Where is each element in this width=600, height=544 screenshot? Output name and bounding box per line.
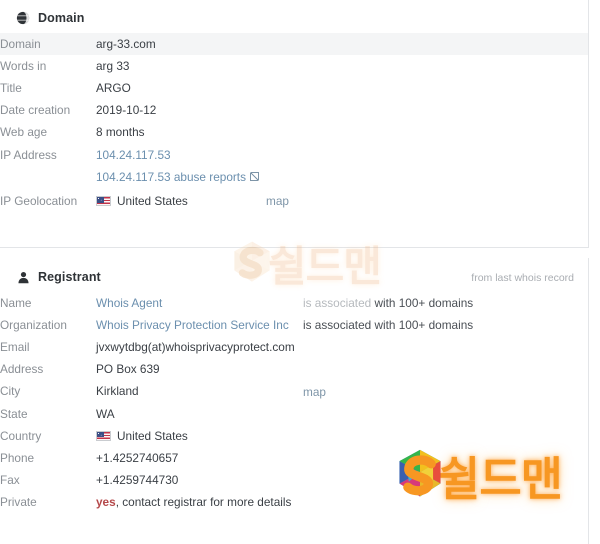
- row-label: Country: [0, 428, 42, 443]
- registrant-city: Kirkland: [96, 384, 139, 399]
- associated-prefix: is associated: [303, 318, 372, 333]
- row-label: Phone: [0, 450, 35, 465]
- row-label: Organization: [0, 317, 67, 332]
- geolocation-map-link[interactable]: map: [266, 194, 289, 209]
- whois-report-page: Domain Domain arg-33.com Words in arg 33…: [0, 0, 600, 544]
- row-label: Email: [0, 339, 30, 354]
- table-row: State WA: [0, 403, 588, 425]
- user-icon: [16, 270, 30, 284]
- table-row: Phone +1.4252740657: [0, 447, 588, 469]
- whois-record-note: from last whois record: [471, 272, 574, 284]
- row-label: [0, 166, 96, 188]
- external-link-icon: [249, 171, 259, 181]
- row-value: ARGO: [96, 80, 131, 95]
- row-label: IP Address: [0, 147, 57, 162]
- row-label: Title: [0, 80, 22, 95]
- table-row: Words in arg 33: [0, 55, 588, 77]
- table-row: IP Address 104.24.117.53: [0, 144, 588, 166]
- table-row: Email jvxwytdbg(at)whoisprivacyprotect.c…: [0, 336, 588, 358]
- domain-card-title: Domain: [38, 11, 85, 25]
- registrant-address: PO Box 639: [96, 362, 160, 377]
- ip-address-link[interactable]: 104.24.117.53: [96, 148, 171, 162]
- row-label: State: [0, 406, 28, 421]
- registrant-country: United States: [117, 428, 188, 443]
- table-row: Name Whois Agent is associated with 100+…: [0, 292, 588, 314]
- row-label: City: [0, 384, 21, 399]
- row-label: Date creation: [0, 103, 71, 118]
- table-row: City Kirkland map: [0, 381, 588, 403]
- table-row: Organization Whois Privacy Protection Se…: [0, 314, 588, 336]
- associated-prefix: is associated: [303, 296, 372, 310]
- registrant-table: Name Whois Agent is associated with 100+…: [0, 292, 588, 514]
- row-label: Web age: [0, 125, 48, 140]
- table-row: Private yes, contact registrar for more …: [0, 492, 588, 514]
- table-row: Title ARGO: [0, 77, 588, 99]
- domain-table: Domain arg-33.com Words in arg 33 Title …: [0, 33, 588, 214]
- row-value: arg-33.com: [96, 36, 156, 51]
- row-value: 8 months: [96, 125, 145, 140]
- private-status-badge: yes: [96, 495, 116, 510]
- associated-suffix: with 100+ domains: [371, 318, 474, 333]
- domain-card-header: Domain: [0, 0, 588, 33]
- registrant-state: WA: [96, 406, 115, 421]
- row-label: Words in: [0, 58, 47, 73]
- registrant-name-link[interactable]: Whois Agent: [96, 296, 162, 310]
- registrant-card: Registrant from last whois record Name W…: [0, 258, 589, 544]
- registrant-fax: +1.4259744730: [96, 473, 179, 488]
- us-flag-icon: [96, 430, 111, 441]
- us-flag-icon: [96, 196, 111, 207]
- table-row: IP Geolocation United States map: [0, 188, 588, 214]
- city-map-link[interactable]: map: [303, 385, 326, 400]
- table-row: Fax +1.4259744730: [0, 470, 588, 492]
- abuse-reports-link[interactable]: 104.24.117.53 abuse reports: [96, 170, 259, 184]
- private-status-text: , contact registrar for more details: [115, 495, 292, 510]
- row-label: Fax: [0, 473, 20, 488]
- domain-card: Domain Domain arg-33.com Words in arg 33…: [0, 0, 589, 248]
- registrant-phone: +1.4252740657: [96, 450, 179, 465]
- table-row: Address PO Box 639: [0, 359, 588, 381]
- associated-domains-note: is associated with 100+ domains: [303, 318, 473, 333]
- geolocation-country: United States: [117, 194, 188, 209]
- row-label: IP Geolocation: [0, 194, 78, 209]
- row-value: 2019-10-12: [96, 103, 157, 118]
- table-row: Date creation 2019-10-12: [0, 100, 588, 122]
- table-row: Web age 8 months: [0, 122, 588, 144]
- registrant-email: jvxwytdbg(at)whoisprivacyprotect.com: [96, 339, 295, 354]
- table-row: Country United States: [0, 425, 588, 447]
- registrant-card-header: Registrant from last whois record: [0, 258, 588, 292]
- row-label: Name: [0, 295, 32, 310]
- abuse-reports-label: 104.24.117.53 abuse reports: [96, 169, 246, 184]
- table-row: 104.24.117.53 abuse reports: [0, 166, 588, 188]
- associated-suffix: with 100+ domains: [371, 296, 474, 310]
- registrant-card-title: Registrant: [38, 270, 101, 284]
- row-label: Address: [0, 362, 44, 377]
- globe-icon: [16, 11, 30, 25]
- row-label: Domain: [0, 36, 41, 51]
- row-label: Private: [0, 495, 37, 510]
- registrant-organization-link[interactable]: Whois Privacy Protection Service Inc: [96, 318, 289, 332]
- associated-domains-note: is associated with 100+ domains: [303, 296, 473, 311]
- row-value: arg 33: [96, 58, 130, 73]
- table-row: Domain arg-33.com: [0, 33, 588, 56]
